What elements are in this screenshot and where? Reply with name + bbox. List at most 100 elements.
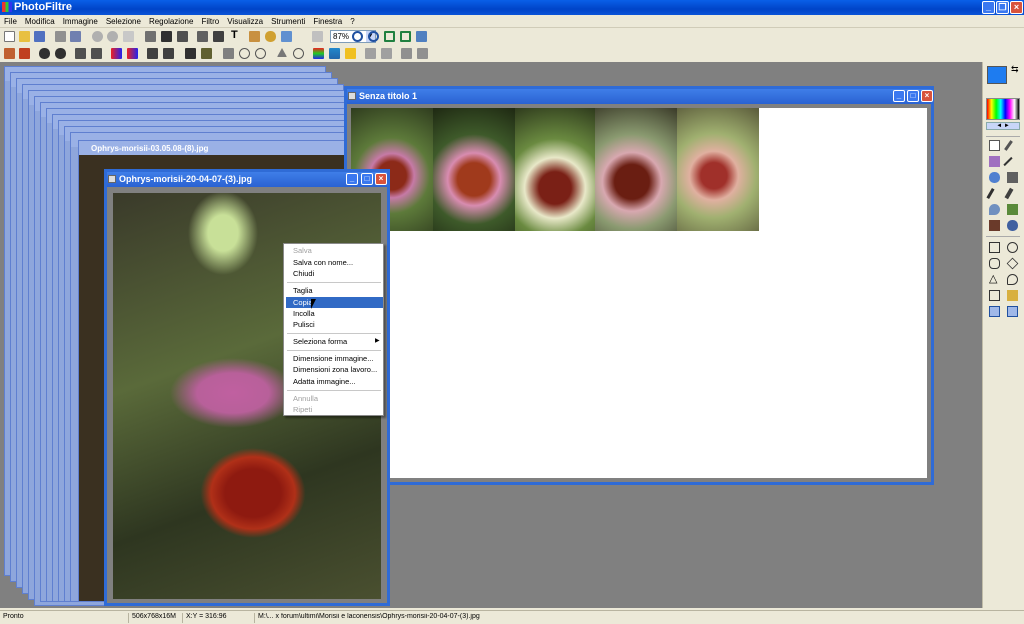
rotate-left-icon[interactable] [401, 48, 412, 59]
magic-wand-icon[interactable] [989, 156, 1000, 167]
stamp-icon[interactable] [989, 220, 1000, 231]
zoom-in-icon[interactable] [352, 31, 363, 42]
menu-item-seleziona-forma[interactable]: Seleziona forma [284, 336, 383, 347]
canvas-size-icon[interactable] [161, 31, 172, 42]
brightness-minus-icon[interactable] [39, 48, 50, 59]
soften-icon[interactable] [239, 48, 250, 59]
lasso-icon[interactable] [1007, 274, 1018, 285]
close-icon[interactable]: × [1010, 1, 1023, 14]
text-icon[interactable]: T [231, 29, 242, 41]
duplicate-icon[interactable] [197, 31, 208, 42]
menu-finestra[interactable]: Finestra [309, 16, 346, 26]
scan-icon[interactable] [70, 31, 81, 42]
clone-icon[interactable] [1007, 220, 1018, 231]
menu-item-salva[interactable]: Salva [284, 245, 383, 256]
menu-immagine[interactable]: Immagine [59, 16, 102, 26]
menu-item-annulla[interactable]: Annulla [284, 393, 383, 404]
gamma-plus-icon[interactable] [163, 48, 174, 59]
swap-colors-icon[interactable]: ⇆ [1011, 64, 1019, 75]
menu-filtro[interactable]: Filtro [197, 16, 223, 26]
select-all-icon[interactable] [989, 306, 1000, 317]
menu-visualizza[interactable]: Visualizza [223, 16, 267, 26]
minimize-icon[interactable]: _ [346, 173, 358, 185]
contrast-plus-icon[interactable] [91, 48, 102, 59]
menu-item-incolla[interactable]: Incolla [284, 308, 383, 319]
sharpen-icon[interactable] [255, 48, 266, 59]
menu-strumenti[interactable]: Strumenti [267, 16, 309, 26]
zoom-out-icon[interactable] [368, 31, 379, 42]
spray-icon[interactable] [1007, 172, 1018, 183]
gradient-icon[interactable] [329, 48, 340, 59]
menu-item-adatta-immagine[interactable]: Adatta immagine... [284, 376, 383, 387]
image-size-icon[interactable] [145, 31, 156, 42]
triangle-icon[interactable]: △ [989, 274, 1000, 285]
text-box-icon[interactable] [177, 31, 188, 42]
fullscreen-icon[interactable] [416, 31, 427, 42]
polygon-icon[interactable] [989, 290, 1000, 301]
menu-item-chiudi[interactable]: Chiudi [284, 268, 383, 279]
hand-icon[interactable] [312, 31, 323, 42]
menu-item-salva-con-nome[interactable]: Salva con nome... [284, 257, 383, 268]
menu-item-taglia[interactable]: Taglia [284, 285, 383, 296]
grayscale-icon[interactable] [185, 48, 196, 59]
crop-icon[interactable] [123, 31, 134, 42]
saturation-minus-icon[interactable] [111, 48, 122, 59]
maximize-icon[interactable]: □ [907, 90, 919, 102]
print-icon[interactable] [55, 31, 66, 42]
fit-window-icon[interactable] [400, 31, 411, 42]
diamond-icon[interactable] [1006, 257, 1019, 270]
ellipse-icon[interactable] [1007, 242, 1018, 253]
menu-file[interactable]: File [0, 16, 21, 26]
gamma-minus-icon[interactable] [147, 48, 158, 59]
automate-icon[interactable] [249, 31, 260, 42]
menu-modifica[interactable]: Modifica [21, 16, 59, 26]
menu-item-copia[interactable]: Copia [286, 297, 383, 308]
open-shape-icon[interactable] [1007, 290, 1018, 301]
blur-drop-icon[interactable] [989, 204, 1000, 215]
close-icon[interactable]: × [921, 90, 933, 102]
eyedropper-icon[interactable] [1004, 140, 1013, 151]
fill-bucket-icon[interactable] [989, 172, 1000, 183]
brightness-plus-icon[interactable] [55, 48, 66, 59]
select-tool-icon[interactable] [989, 140, 1000, 151]
menu-item-dimensioni-zona-lavoro[interactable]: Dimensioni zona lavoro... [284, 364, 383, 375]
redo-icon[interactable] [107, 31, 118, 42]
actual-size-icon[interactable] [384, 31, 395, 42]
close-icon[interactable]: × [375, 173, 387, 185]
contrast-minus-icon[interactable] [75, 48, 86, 59]
copy-image-icon[interactable] [213, 31, 224, 42]
drop-icon[interactable] [293, 48, 304, 59]
palette-scroll-icon[interactable]: ◄ ► [986, 122, 1020, 130]
new-icon[interactable] [4, 31, 15, 42]
color-palette[interactable] [986, 98, 1020, 120]
transparency-icon[interactable] [345, 48, 356, 59]
minimize-icon[interactable]: _ [982, 1, 995, 14]
rounded-rect-icon[interactable] [989, 258, 1000, 269]
restore-icon[interactable]: ❐ [996, 1, 1009, 14]
menu-selezione[interactable]: Selezione [102, 16, 145, 26]
flip-v-icon[interactable] [381, 48, 392, 59]
maximize-icon[interactable]: □ [361, 173, 373, 185]
save-icon[interactable] [34, 31, 45, 42]
invert-selection-icon[interactable] [1007, 306, 1018, 317]
auto-contrast-icon[interactable] [19, 48, 30, 59]
advanced-brush-icon[interactable] [1004, 187, 1014, 200]
browser-icon[interactable] [281, 31, 292, 42]
menu-item-ripeti[interactable]: Ripeti [284, 404, 383, 415]
menu-item-dimensione-immagine[interactable]: Dimensione immagine... [284, 353, 383, 364]
sepia-icon[interactable] [201, 48, 212, 59]
undo-icon[interactable] [92, 31, 103, 42]
foreground-color-swatch[interactable] [987, 66, 1007, 84]
line-icon[interactable] [1003, 156, 1013, 167]
menu-help[interactable]: ? [346, 16, 358, 26]
brush-icon[interactable] [986, 187, 995, 200]
plugin-icon[interactable] [265, 31, 276, 42]
open-icon[interactable] [19, 31, 30, 42]
minimize-icon[interactable]: _ [893, 90, 905, 102]
rotate-right-icon[interactable] [417, 48, 428, 59]
canvas-window[interactable]: Senza titolo 1 _ □ × [344, 86, 934, 485]
effect-icon[interactable] [277, 48, 287, 57]
menu-regolazione[interactable]: Regolazione [145, 16, 197, 26]
blur-icon[interactable] [223, 48, 234, 59]
smudge-icon[interactable] [1007, 204, 1018, 215]
